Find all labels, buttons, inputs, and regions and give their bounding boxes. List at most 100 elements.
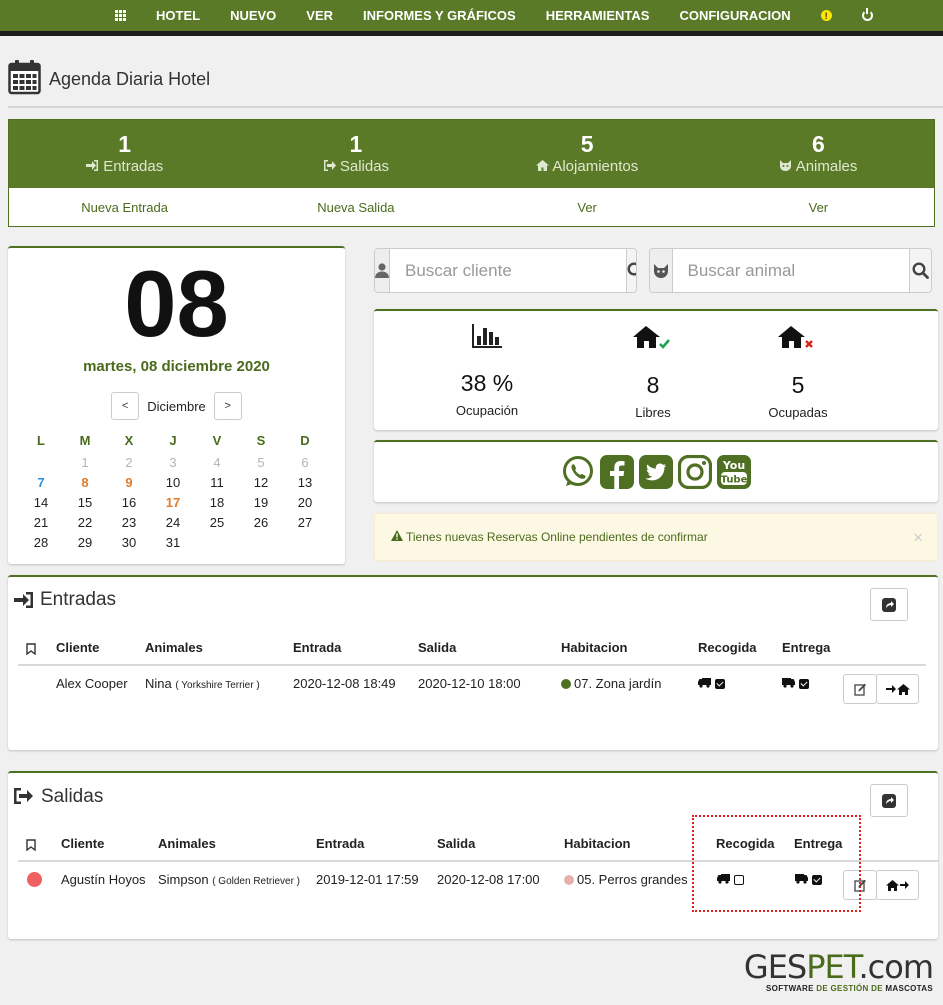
summary-salidas: 1 Salidas	[240, 120, 471, 188]
calendar-day[interactable]: 11	[195, 472, 239, 492]
calendar-day[interactable]: 4	[195, 452, 239, 472]
nueva-entrada-link[interactable]: Nueva Entrada	[81, 200, 168, 215]
col-salida: Salida	[437, 836, 476, 851]
whatsapp-icon[interactable]	[561, 455, 596, 490]
entrega-checkbox[interactable]	[798, 679, 809, 689]
calendar-day[interactable]: 2	[107, 452, 151, 472]
sign-in-icon	[86, 158, 103, 175]
client-search-button[interactable]	[626, 249, 636, 292]
search-icon	[627, 262, 636, 276]
recogida-checkbox[interactable]	[714, 679, 725, 689]
nav-ver[interactable]: VER	[306, 8, 333, 23]
calendar-day[interactable]: 31	[151, 532, 195, 552]
calendar-day[interactable]: 17	[151, 492, 195, 512]
alojamientos-label: Alojamientos	[552, 158, 639, 175]
calendar-day[interactable]: 23	[107, 512, 151, 532]
facebook-icon[interactable]	[600, 455, 635, 490]
power-icon[interactable]	[861, 8, 873, 21]
calendar-day[interactable]: 15	[63, 492, 107, 512]
next-month-button[interactable]: >	[213, 392, 242, 420]
nav-herramientas[interactable]: HERRAMIENTAS	[546, 8, 650, 23]
svg-text:You: You	[722, 459, 745, 472]
nueva-salida-link[interactable]: Nueva Salida	[317, 200, 394, 215]
calendar-day[interactable]: 22	[63, 512, 107, 532]
calendar-day[interactable]: 6	[283, 452, 327, 472]
prev-month-button[interactable]: <	[111, 392, 140, 420]
apps-grid-icon[interactable]	[115, 10, 126, 21]
youtube-icon[interactable]: You Tube	[717, 455, 752, 490]
calendar-day[interactable]: 16	[107, 492, 151, 512]
calendar-day[interactable]: 12	[239, 472, 283, 492]
calendar-day[interactable]: 26	[239, 512, 283, 532]
row-cliente[interactable]: Alex Cooper	[56, 676, 128, 691]
nav-nuevo[interactable]: NUEVO	[230, 8, 276, 23]
row-animal[interactable]: Nina ( Yorkshire Terrier )	[145, 676, 260, 691]
entradas-label: Entradas	[103, 158, 164, 175]
online-bookings-alert: Tienes nuevas Reservas Online pendientes…	[374, 513, 938, 561]
animales-count: 6	[811, 131, 825, 157]
weekday-label: D	[300, 432, 310, 448]
checkout-button[interactable]	[876, 870, 919, 900]
twitter-icon[interactable]	[639, 455, 674, 490]
calendar-day[interactable]: 27	[283, 512, 327, 532]
checkin-button[interactable]	[876, 674, 919, 704]
logo-name-b: PET	[806, 948, 859, 986]
ver-animales-link[interactable]: Ver	[809, 200, 829, 215]
calendar-day[interactable]: 7	[19, 472, 63, 492]
weekday-label: L	[37, 432, 45, 448]
calendar-day[interactable]: 29	[63, 532, 107, 552]
truck-icon	[782, 678, 795, 688]
row-animal[interactable]: Simpson ( Golden Retriever )	[158, 872, 300, 887]
entradas-refresh-button[interactable]	[870, 588, 908, 621]
client-search-group	[374, 248, 637, 293]
sign-out-icon	[13, 788, 33, 809]
entradas-section: Entradas Cliente Animales Entrada Salida…	[8, 575, 938, 750]
calendar-day[interactable]: 1	[63, 452, 107, 472]
calendar-day[interactable]: 5	[239, 452, 283, 472]
arrow-home-icon	[885, 684, 910, 695]
edit-button[interactable]	[843, 674, 877, 704]
stat-libres: 8 Libres	[613, 326, 693, 420]
entradas-count: 1	[118, 131, 132, 157]
client-search-input[interactable]	[390, 249, 626, 292]
calendar-day[interactable]: 25	[195, 512, 239, 532]
ver-alojamientos-link[interactable]: Ver	[577, 200, 597, 215]
calendar-day[interactable]: 21	[19, 512, 63, 532]
row-cliente[interactable]: Agustín Hoyos	[61, 872, 146, 887]
calendar-day[interactable]: 14	[19, 492, 63, 512]
calendar-day[interactable]: 19	[239, 492, 283, 512]
salidas-refresh-button[interactable]	[870, 784, 908, 817]
calendar-icon	[8, 59, 41, 95]
ocupadas-value: 5	[791, 372, 805, 398]
calendar-day[interactable]: 24	[151, 512, 195, 532]
nav-informes[interactable]: INFORMES Y GRÁFICOS	[363, 8, 516, 23]
weekday-label: S	[256, 432, 266, 448]
home-x-icon	[778, 326, 813, 348]
animal-search-button[interactable]	[908, 249, 931, 292]
calendar-day[interactable]: 10	[151, 472, 195, 492]
summary-animales: 6 Animales	[703, 120, 934, 188]
calendar-day[interactable]: 18	[195, 492, 239, 512]
calendar-day[interactable]: 3	[151, 452, 195, 472]
user-icon	[375, 249, 390, 292]
nav-hotel[interactable]: HOTEL	[156, 8, 200, 23]
row-habitacion: 05. Perros grandes	[564, 872, 688, 887]
col-entrada: Entrada	[293, 640, 342, 655]
animales-label: Animales	[795, 158, 858, 175]
alert-close-button[interactable]: ×	[913, 528, 923, 548]
room-color-dot	[564, 875, 574, 885]
row-entrada: 2019-12-01 17:59	[316, 872, 419, 887]
nav-configuracion[interactable]: CONFIGURACION	[679, 8, 790, 23]
weekday-label: X	[124, 432, 134, 448]
animal-search-input[interactable]	[672, 249, 909, 292]
notification-icon[interactable]: !	[820, 10, 832, 21]
calendar-day-selected[interactable]: 8	[63, 472, 107, 492]
calendar-day[interactable]: 20	[283, 492, 327, 512]
instagram-icon[interactable]	[678, 455, 713, 490]
salidas-count: 1	[349, 131, 363, 157]
calendar-day[interactable]: 9	[107, 472, 151, 492]
calendar-day[interactable]: 13	[283, 472, 327, 492]
weekday-label: J	[169, 432, 177, 448]
calendar-day[interactable]: 30	[107, 532, 151, 552]
calendar-day[interactable]: 28	[19, 532, 63, 552]
